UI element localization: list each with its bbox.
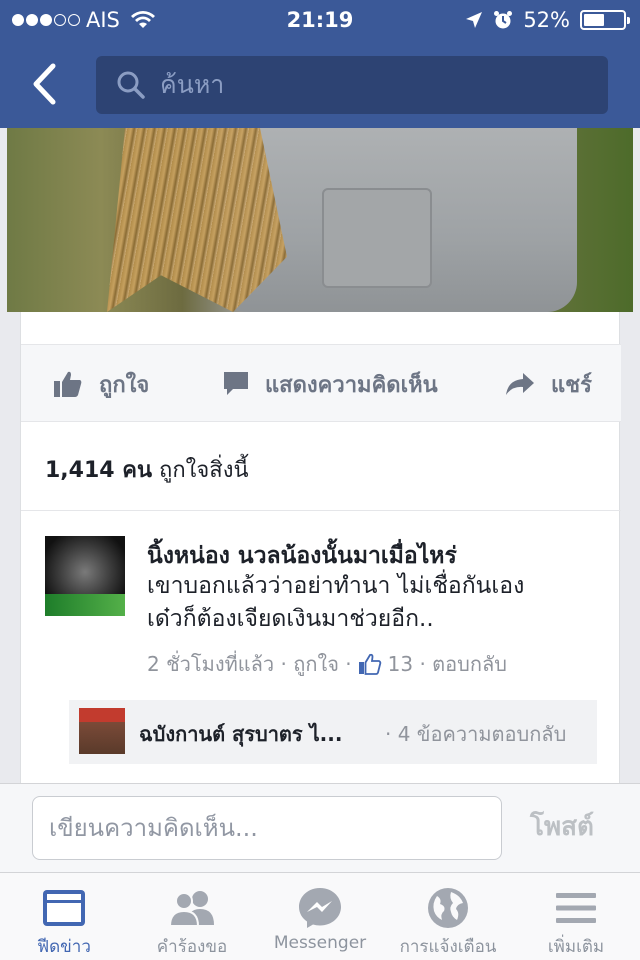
friend-requests-icon xyxy=(168,891,214,927)
comment-author-avatar[interactable] xyxy=(45,536,125,616)
tab-label: การแจ้งเตือน xyxy=(399,937,497,957)
back-button[interactable] xyxy=(20,58,70,110)
tab-news-feed[interactable]: ฟีดข่าว xyxy=(0,873,128,960)
likes-summary[interactable]: 1,414 คน ถูกใจสิ่งนี้ xyxy=(45,452,249,487)
like-thumb-icon xyxy=(358,653,381,675)
post-comment-button[interactable]: โพสต์ xyxy=(530,806,594,847)
tab-label: คำร้องขอ xyxy=(156,937,228,957)
comment-input[interactable] xyxy=(32,796,502,860)
menu-icon xyxy=(556,893,596,923)
reply-preview[interactable]: ฉบังกานต์ สุรบาตร ไ... · 4 ข้อความตอบกลั… xyxy=(69,700,597,764)
globe-icon xyxy=(428,888,468,928)
comment-button[interactable]: แสดงความคิดเห็น xyxy=(223,345,438,423)
status-right: 52% xyxy=(465,8,630,32)
likes-count: 1,414 คน xyxy=(45,458,153,483)
comment-like-count: 13 xyxy=(387,652,414,676)
reply-author-avatar xyxy=(79,708,125,754)
comment-label: แสดงความคิดเห็น xyxy=(265,372,438,398)
chevron-left-icon xyxy=(33,63,56,105)
tab-label: เพิ่มเติม xyxy=(547,937,605,957)
like-button[interactable]: ถูกใจ xyxy=(53,345,149,423)
tab-messenger[interactable]: Messenger xyxy=(256,873,384,960)
post-photo[interactable] xyxy=(7,128,633,312)
share-button[interactable]: แชร์ xyxy=(505,345,592,423)
comment-bubble-icon xyxy=(224,372,248,395)
app-header: AIS 21:19 52% ค้นหา xyxy=(0,0,640,128)
search-placeholder: ค้นหา xyxy=(160,70,225,99)
divider xyxy=(21,510,621,511)
news-feed-icon xyxy=(43,890,85,926)
comment-text: เขาบอกแล้วว่าอย่าทำนา ไม่เชื่อกันเอง เด๋… xyxy=(147,570,607,636)
comment-text-line: เด๋วก็ต้องเจียดเงินมาช่วยอีก.. xyxy=(147,606,434,632)
tab-friend-requests[interactable]: คำร้องขอ xyxy=(128,873,256,960)
comment-composer: โพสต์ xyxy=(0,783,640,872)
comment-text-line: เขาบอกแล้วว่าอย่าทำนา ไม่เชื่อกันเอง xyxy=(147,573,525,599)
comment-reply-button[interactable]: ตอบกลับ xyxy=(432,648,507,680)
comment-meta: 2 ชั่วโมงที่แล้ว · ถูกใจ · 13 · ตอบกลับ xyxy=(147,648,507,680)
messenger-icon xyxy=(299,888,341,928)
battery-icon xyxy=(580,10,630,30)
likes-suffix: ถูกใจสิ่งนี้ xyxy=(159,458,249,483)
thumbs-up-icon xyxy=(54,371,82,397)
tab-notifications[interactable]: การแจ้งเตือน xyxy=(384,873,512,960)
share-arrow-icon xyxy=(506,373,534,395)
location-arrow-icon xyxy=(466,12,483,28)
post-actions: ถูกใจ แสดงความคิดเห็น แชร์ xyxy=(21,344,621,422)
search-icon xyxy=(117,71,145,99)
post-card: ถูกใจ แสดงความคิดเห็น แชร์ 1,414 คน ถูกใ… xyxy=(20,312,621,787)
reply-author-name: ฉบังกานต์ สุรบาตร ไ... xyxy=(139,722,343,746)
tab-label: ฟีดข่าว xyxy=(37,937,91,957)
like-label: ถูกใจ xyxy=(99,372,150,398)
search-bar[interactable]: ค้นหา xyxy=(96,56,608,114)
reply-count: · 4 ข้อความตอบกลับ xyxy=(385,722,567,746)
alarm-clock-icon xyxy=(494,11,513,29)
tab-bar: ฟีดข่าว คำร้องขอ Messenger การแจ้งเตือน … xyxy=(0,872,640,960)
tab-more[interactable]: เพิ่มเติม xyxy=(512,873,640,960)
comment-timestamp: 2 ชั่วโมงที่แล้ว xyxy=(147,652,275,676)
tab-label: Messenger xyxy=(273,933,367,953)
share-label: แชร์ xyxy=(551,372,592,398)
status-bar: AIS 21:19 52% xyxy=(0,0,640,40)
battery-percent: 52% xyxy=(523,8,570,32)
comment-like-button[interactable]: ถูกใจ xyxy=(293,648,339,680)
comment-author-name[interactable]: นิ้งหน่อง นวลน้องนั้นมาเมื่อไหร่ xyxy=(147,538,457,574)
